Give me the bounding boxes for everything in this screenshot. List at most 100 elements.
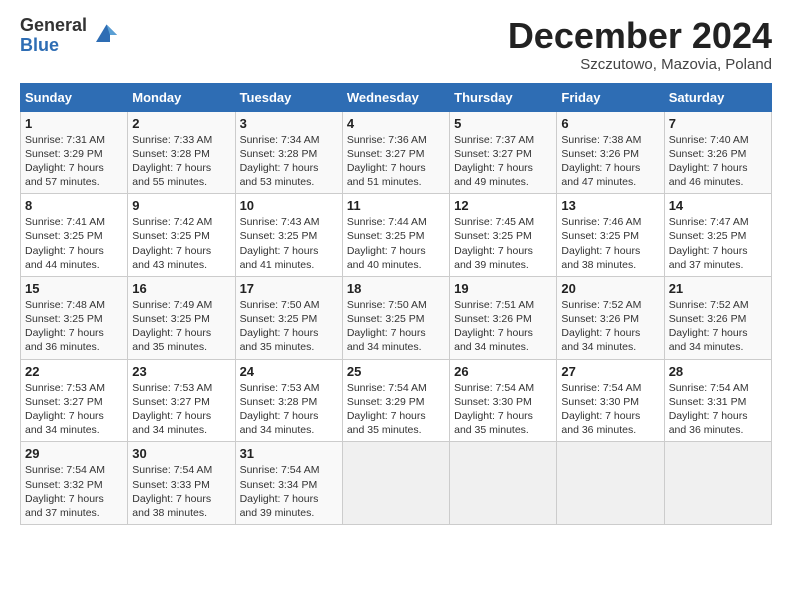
week-row-5: 29Sunrise: 7:54 AMSunset: 3:32 PMDayligh… <box>21 442 772 525</box>
day-info: Sunrise: 7:52 AMSunset: 3:26 PMDaylight:… <box>561 298 659 355</box>
month-title: December 2024 <box>508 16 772 56</box>
day-info: Sunrise: 7:48 AMSunset: 3:25 PMDaylight:… <box>25 298 123 355</box>
day-number: 29 <box>25 446 123 461</box>
day-number: 23 <box>132 364 230 379</box>
day-info: Sunrise: 7:54 AMSunset: 3:34 PMDaylight:… <box>240 463 338 520</box>
logo-general: General <box>20 16 87 36</box>
day-cell: 22 Sunrise: 7:53 AMSunset: 3:27 PMDayligh… <box>21 359 128 442</box>
day-cell: 27Sunrise: 7:54 AMSunset: 3:30 PMDayligh… <box>557 359 664 442</box>
day-info: Sunrise: 7:38 AMSunset: 3:26 PMDaylight:… <box>561 133 659 190</box>
day-number: 20 <box>561 281 659 296</box>
day-number: 9 <box>132 198 230 213</box>
day-cell: 31 Sunrise: 7:54 AMSunset: 3:34 PMDayligh… <box>235 442 342 525</box>
day-cell: 15 Sunrise: 7:48 AMSunset: 3:25 PMDayligh… <box>21 276 128 359</box>
subtitle: Szczutowo, Mazovia, Poland <box>508 56 772 73</box>
day-cell: 12 Sunrise: 7:45 AMSunset: 3:25 PMDayligh… <box>450 194 557 277</box>
week-row-2: 8Sunrise: 7:41 AMSunset: 3:25 PMDaylight… <box>21 194 772 277</box>
weekday-header-saturday: Saturday <box>664 83 771 111</box>
day-number: 2 <box>132 116 230 131</box>
day-cell: 19Sunrise: 7:51 AMSunset: 3:26 PMDayligh… <box>450 276 557 359</box>
header: General Blue December 2024 Szczutowo, Ma… <box>20 16 772 73</box>
day-info: Sunrise: 7:40 AMSunset: 3:26 PMDaylight:… <box>669 133 767 190</box>
day-number: 4 <box>347 116 445 131</box>
day-cell <box>342 442 449 525</box>
day-number: 26 <box>454 364 552 379</box>
logo-blue: Blue <box>20 36 87 56</box>
day-number: 18 <box>347 281 445 296</box>
day-cell: 21Sunrise: 7:52 AMSunset: 3:26 PMDayligh… <box>664 276 771 359</box>
day-info: Sunrise: 7:46 AMSunset: 3:25 PMDaylight:… <box>561 215 659 272</box>
day-number: 11 <box>347 198 445 213</box>
day-cell: 6 Sunrise: 7:38 AMSunset: 3:26 PMDaylight… <box>557 111 664 194</box>
day-cell: 3Sunrise: 7:34 AMSunset: 3:28 PMDaylight… <box>235 111 342 194</box>
day-cell: 24 Sunrise: 7:53 AMSunset: 3:28 PMDayligh… <box>235 359 342 442</box>
weekday-header-row: SundayMondayTuesdayWednesdayThursdayFrid… <box>21 83 772 111</box>
day-info: Sunrise: 7:52 AMSunset: 3:26 PMDaylight:… <box>669 298 767 355</box>
page: General Blue December 2024 Szczutowo, Ma… <box>0 0 792 535</box>
weekday-header-tuesday: Tuesday <box>235 83 342 111</box>
day-number: 30 <box>132 446 230 461</box>
day-number: 12 <box>454 198 552 213</box>
day-info: Sunrise: 7:53 AMSunset: 3:27 PMDaylight:… <box>132 381 230 438</box>
day-cell <box>664 442 771 525</box>
day-number: 17 <box>240 281 338 296</box>
day-cell: 10 Sunrise: 7:43 AMSunset: 3:25 PMDayligh… <box>235 194 342 277</box>
day-number: 24 <box>240 364 338 379</box>
weekday-header-sunday: Sunday <box>21 83 128 111</box>
day-number: 5 <box>454 116 552 131</box>
day-number: 13 <box>561 198 659 213</box>
day-number: 7 <box>669 116 767 131</box>
day-info: Sunrise: 7:53 AMSunset: 3:28 PMDaylight:… <box>240 381 338 438</box>
day-number: 15 <box>25 281 123 296</box>
day-cell: 26Sunrise: 7:54 AMSunset: 3:30 PMDayligh… <box>450 359 557 442</box>
day-cell: 1 Sunrise: 7:31 AMSunset: 3:29 PMDaylight… <box>21 111 128 194</box>
day-info: Sunrise: 7:44 AMSunset: 3:25 PMDaylight:… <box>347 215 445 272</box>
week-row-1: 1 Sunrise: 7:31 AMSunset: 3:29 PMDaylight… <box>21 111 772 194</box>
day-number: 19 <box>454 281 552 296</box>
logo: General Blue <box>20 16 117 56</box>
day-info: Sunrise: 7:54 AMSunset: 3:33 PMDaylight:… <box>132 463 230 520</box>
weekday-header-friday: Friday <box>557 83 664 111</box>
day-info: Sunrise: 7:54 AMSunset: 3:29 PMDaylight:… <box>347 381 445 438</box>
day-info: Sunrise: 7:54 AMSunset: 3:31 PMDaylight:… <box>669 381 767 438</box>
day-number: 10 <box>240 198 338 213</box>
day-info: Sunrise: 7:34 AMSunset: 3:28 PMDaylight:… <box>240 133 338 190</box>
day-number: 14 <box>669 198 767 213</box>
day-cell: 4 Sunrise: 7:36 AMSunset: 3:27 PMDaylight… <box>342 111 449 194</box>
day-info: Sunrise: 7:36 AMSunset: 3:27 PMDaylight:… <box>347 133 445 190</box>
week-row-4: 22 Sunrise: 7:53 AMSunset: 3:27 PMDayligh… <box>21 359 772 442</box>
day-cell: 28 Sunrise: 7:54 AMSunset: 3:31 PMDayligh… <box>664 359 771 442</box>
day-number: 28 <box>669 364 767 379</box>
day-info: Sunrise: 7:31 AMSunset: 3:29 PMDaylight:… <box>25 133 123 190</box>
day-info: Sunrise: 7:50 AMSunset: 3:25 PMDaylight:… <box>240 298 338 355</box>
day-cell: 5 Sunrise: 7:37 AMSunset: 3:27 PMDaylight… <box>450 111 557 194</box>
day-info: Sunrise: 7:37 AMSunset: 3:27 PMDaylight:… <box>454 133 552 190</box>
calendar-table: SundayMondayTuesdayWednesdayThursdayFrid… <box>20 83 772 525</box>
day-number: 1 <box>25 116 123 131</box>
day-number: 16 <box>132 281 230 296</box>
day-number: 8 <box>25 198 123 213</box>
day-info: Sunrise: 7:53 AMSunset: 3:27 PMDaylight:… <box>25 381 123 438</box>
day-number: 22 <box>25 364 123 379</box>
day-cell: 17 Sunrise: 7:50 AMSunset: 3:25 PMDayligh… <box>235 276 342 359</box>
day-info: Sunrise: 7:50 AMSunset: 3:25 PMDaylight:… <box>347 298 445 355</box>
day-number: 31 <box>240 446 338 461</box>
weekday-header-wednesday: Wednesday <box>342 83 449 111</box>
day-cell: 29Sunrise: 7:54 AMSunset: 3:32 PMDayligh… <box>21 442 128 525</box>
day-number: 6 <box>561 116 659 131</box>
day-cell: 23 Sunrise: 7:53 AMSunset: 3:27 PMDayligh… <box>128 359 235 442</box>
logo-icon <box>89 21 117 49</box>
day-cell: 7 Sunrise: 7:40 AMSunset: 3:26 PMDaylight… <box>664 111 771 194</box>
day-cell: 2Sunrise: 7:33 AMSunset: 3:28 PMDaylight… <box>128 111 235 194</box>
logo-text: General Blue <box>20 16 87 56</box>
day-cell: 25Sunrise: 7:54 AMSunset: 3:29 PMDayligh… <box>342 359 449 442</box>
day-cell: 30 Sunrise: 7:54 AMSunset: 3:33 PMDayligh… <box>128 442 235 525</box>
day-cell: 9Sunrise: 7:42 AMSunset: 3:25 PMDaylight… <box>128 194 235 277</box>
day-cell: 16Sunrise: 7:49 AMSunset: 3:25 PMDayligh… <box>128 276 235 359</box>
day-info: Sunrise: 7:45 AMSunset: 3:25 PMDaylight:… <box>454 215 552 272</box>
day-info: Sunrise: 7:47 AMSunset: 3:25 PMDaylight:… <box>669 215 767 272</box>
week-row-3: 15 Sunrise: 7:48 AMSunset: 3:25 PMDayligh… <box>21 276 772 359</box>
day-info: Sunrise: 7:43 AMSunset: 3:25 PMDaylight:… <box>240 215 338 272</box>
weekday-header-monday: Monday <box>128 83 235 111</box>
day-cell <box>450 442 557 525</box>
